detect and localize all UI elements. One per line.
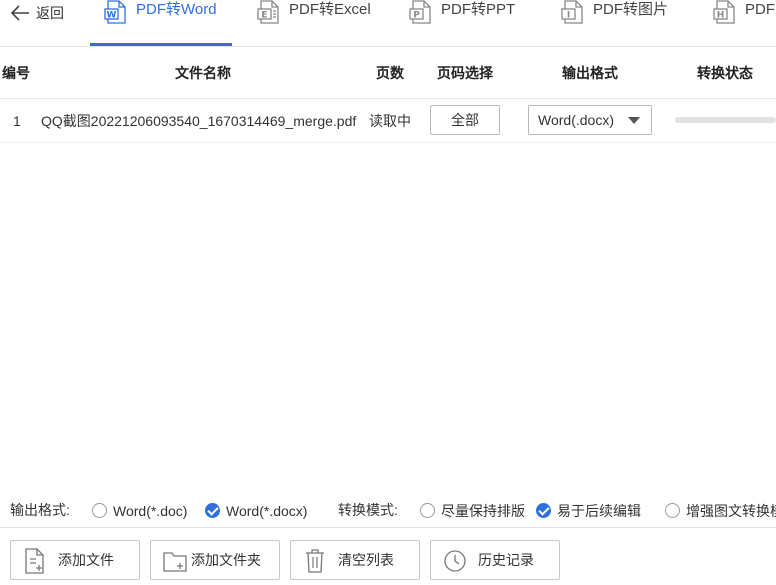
history-button[interactable]: 历史记录 bbox=[430, 540, 560, 580]
radio-word-docx[interactable]: Word(*.docx) bbox=[205, 493, 307, 528]
chevron-down-icon bbox=[628, 117, 640, 124]
radio-label: 增强图文转换模式 bbox=[686, 502, 776, 519]
radio-checked-icon bbox=[536, 503, 551, 518]
output-format-label: 输出格式: bbox=[10, 502, 70, 518]
add-folder-label: 添加文件夹 bbox=[191, 552, 261, 568]
tab-pdf-to-word[interactable]: W PDF转Word bbox=[104, 0, 217, 45]
add-file-button[interactable]: 添加文件 bbox=[10, 540, 140, 580]
clear-list-button[interactable]: 清空列表 bbox=[290, 540, 420, 580]
pdf-excel-icon: E bbox=[257, 0, 279, 24]
clear-list-label: 清空列表 bbox=[338, 552, 394, 568]
column-header-index: 编号 bbox=[2, 65, 30, 81]
pdf-w-icon: W bbox=[104, 0, 126, 24]
radio-enhanced-mode[interactable]: 增强图文转换模式 bbox=[665, 493, 776, 528]
svg-text:E: E bbox=[261, 11, 267, 21]
history-label: 历史记录 bbox=[478, 552, 534, 568]
back-button[interactable]: 返回 bbox=[10, 0, 64, 26]
output-format-select[interactable]: Word(.docx) bbox=[528, 105, 652, 135]
tab-pdf-to-image[interactable]: I PDF转图片 bbox=[561, 0, 668, 45]
radio-label: 尽量保持排版 bbox=[441, 502, 525, 519]
column-header-output-format: 输出格式 bbox=[562, 65, 618, 81]
svg-text:W: W bbox=[107, 11, 117, 21]
tab-pdf-to-excel[interactable]: E PDF转Excel bbox=[257, 0, 371, 45]
top-bar: 返回 W PDF转Word E PDF转Excel P PDF转PPT I PD… bbox=[0, 0, 776, 47]
conversion-progress-bar bbox=[675, 117, 776, 123]
radio-unchecked-icon bbox=[92, 503, 107, 518]
svg-text:I: I bbox=[567, 11, 570, 21]
radio-unchecked-icon bbox=[665, 503, 680, 518]
row-index: 1 bbox=[13, 113, 21, 129]
page-select-button[interactable]: 全部 bbox=[430, 105, 500, 135]
column-header-page-select: 页码选择 bbox=[437, 65, 493, 81]
back-label: 返回 bbox=[36, 5, 64, 21]
radio-keep-layout[interactable]: 尽量保持排版 bbox=[420, 493, 525, 528]
arrow-left-icon bbox=[10, 5, 29, 21]
output-format-value: Word(.docx) bbox=[538, 112, 614, 128]
radio-unchecked-icon bbox=[420, 503, 435, 518]
mode-label: 转换模式: bbox=[338, 502, 398, 518]
table-row[interactable]: 1 QQ截图20221206093540_1670314469_merge.pd… bbox=[0, 99, 776, 143]
pdf-image-icon: I bbox=[561, 0, 583, 24]
tab-label: PDF bbox=[745, 1, 775, 18]
radio-word-doc[interactable]: Word(*.doc) bbox=[92, 493, 187, 528]
row-filename: QQ截图20221206093540_1670314469_merge.pdf bbox=[41, 113, 357, 129]
column-header-filename: 文件名称 bbox=[175, 65, 231, 81]
column-header-status: 转换状态 bbox=[697, 65, 753, 81]
table-header: 编号 文件名称 页数 页码选择 输出格式 转换状态 bbox=[0, 47, 776, 99]
pdf-html-icon: H bbox=[713, 0, 735, 24]
svg-text:H: H bbox=[717, 11, 725, 21]
options-bar: 输出格式: Word(*.doc) Word(*.docx) 转换模式: 尽量保… bbox=[0, 493, 776, 528]
add-folder-button[interactable]: 添加文件夹 bbox=[150, 540, 280, 580]
tab-label: PDF转PPT bbox=[441, 1, 516, 18]
radio-label: 易于后续编辑 bbox=[557, 502, 641, 519]
tab-pdf-to-html[interactable]: H PDF bbox=[713, 0, 775, 45]
radio-label: Word(*.doc) bbox=[113, 502, 188, 519]
tab-label: PDF转Excel bbox=[289, 1, 371, 18]
radio-checked-icon bbox=[205, 503, 220, 518]
row-pages: 读取中 bbox=[369, 113, 411, 129]
svg-text:P: P bbox=[413, 11, 420, 21]
add-file-label: 添加文件 bbox=[58, 552, 114, 568]
tab-label: PDF转图片 bbox=[593, 1, 669, 18]
radio-label: Word(*.docx) bbox=[226, 502, 308, 519]
tab-label: PDF转Word bbox=[136, 1, 217, 18]
radio-easy-edit[interactable]: 易于后续编辑 bbox=[536, 493, 641, 528]
active-tab-indicator bbox=[90, 43, 232, 46]
column-header-pages: 页数 bbox=[376, 65, 404, 81]
tab-pdf-to-ppt[interactable]: P PDF转PPT bbox=[409, 0, 515, 45]
pdf-ppt-icon: P bbox=[409, 0, 431, 24]
